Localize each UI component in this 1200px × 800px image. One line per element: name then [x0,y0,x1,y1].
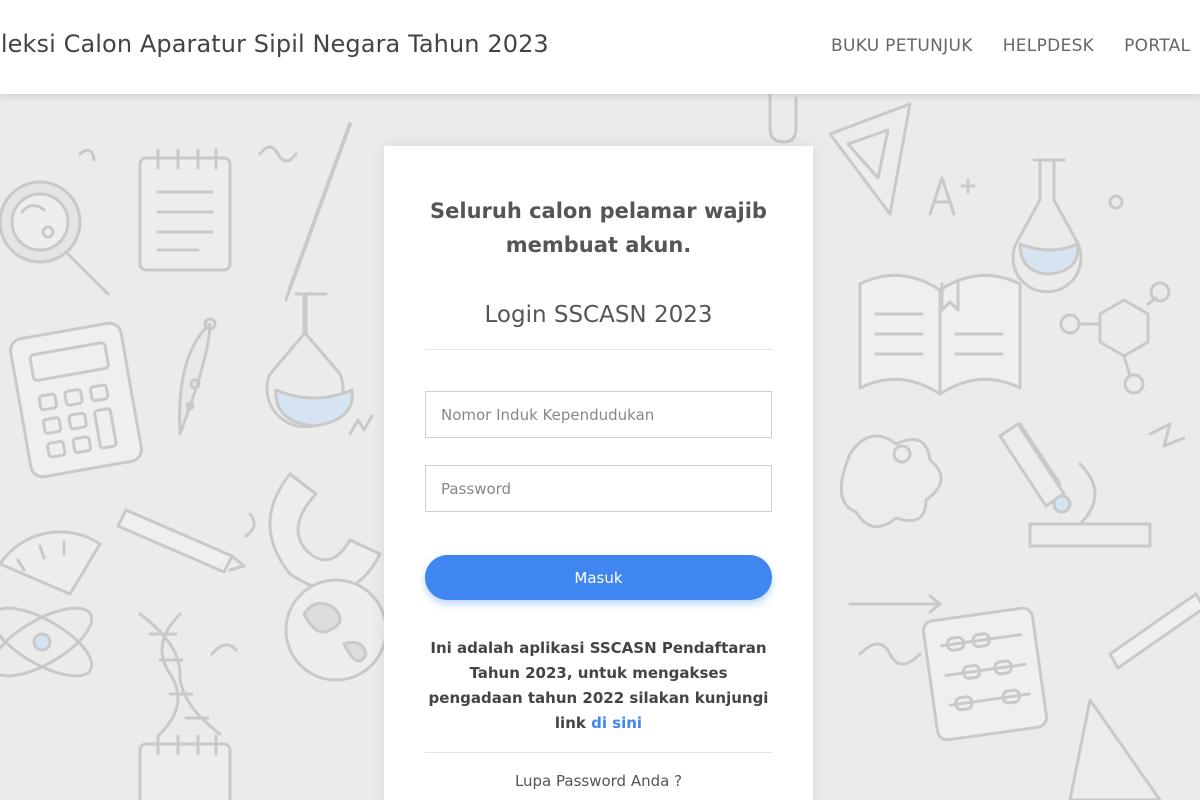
calculator-icon [9,321,143,479]
site-title[interactable]: eleksi Calon Aparatur Sipil Negara Tahun… [0,30,549,58]
leaf-icon [178,322,212,436]
notepad-icon [138,734,232,800]
paperclip-icon [768,94,798,144]
a-plus-icon [928,176,976,216]
signup-notice-heading: Seluruh calon pelamar wajib membuat akun… [430,199,767,257]
main-nav: BUKU PETUNJUK HELPDESK PORTAL [831,36,1190,56]
login-title: Login SSCASN 2023 [484,302,713,328]
protractor-icon [0,530,102,596]
notepad-icon [138,148,232,272]
top-navbar: eleksi Calon Aparatur Sipil Negara Tahun… [0,0,1200,94]
magnet-icon [268,472,382,592]
pencil-icon [116,508,246,574]
forgot-password-link[interactable]: Lupa Password Anda ? [384,772,813,790]
info-link[interactable]: di sini [591,714,642,732]
login-card: Seluruh calon pelamar wajib membuat akun… [384,146,813,800]
molecule-icon [1059,194,1171,395]
divider [425,349,772,350]
dna-icon [138,612,222,736]
microscope-icon [998,422,1152,548]
nav-item-helpdesk[interactable]: HELPDESK [1003,36,1094,56]
info-text: Ini adalah aplikasi SSCASN Pendaftaran T… [420,636,777,736]
nik-input[interactable] [425,391,772,438]
nav-item-portal[interactable]: PORTAL [1124,36,1190,56]
abacus-icon [921,606,1049,742]
splash-icon [839,434,943,529]
atom-icon [0,606,94,678]
password-input[interactable] [425,465,772,512]
triangle-ruler-icon [1068,698,1162,800]
magnifier-icon [0,180,110,296]
triangle-ruler-icon [828,102,912,216]
pencil-icon [1108,592,1200,670]
masuk-button[interactable]: Masuk [425,555,772,600]
flask-icon [1011,158,1083,294]
globe-icon [284,578,388,682]
flask-icon [265,292,354,429]
divider [425,752,772,753]
pencil-icon [284,122,352,302]
nav-item-buku-petunjuk[interactable]: BUKU PETUNJUK [831,36,973,56]
open-book-icon [858,273,1022,396]
